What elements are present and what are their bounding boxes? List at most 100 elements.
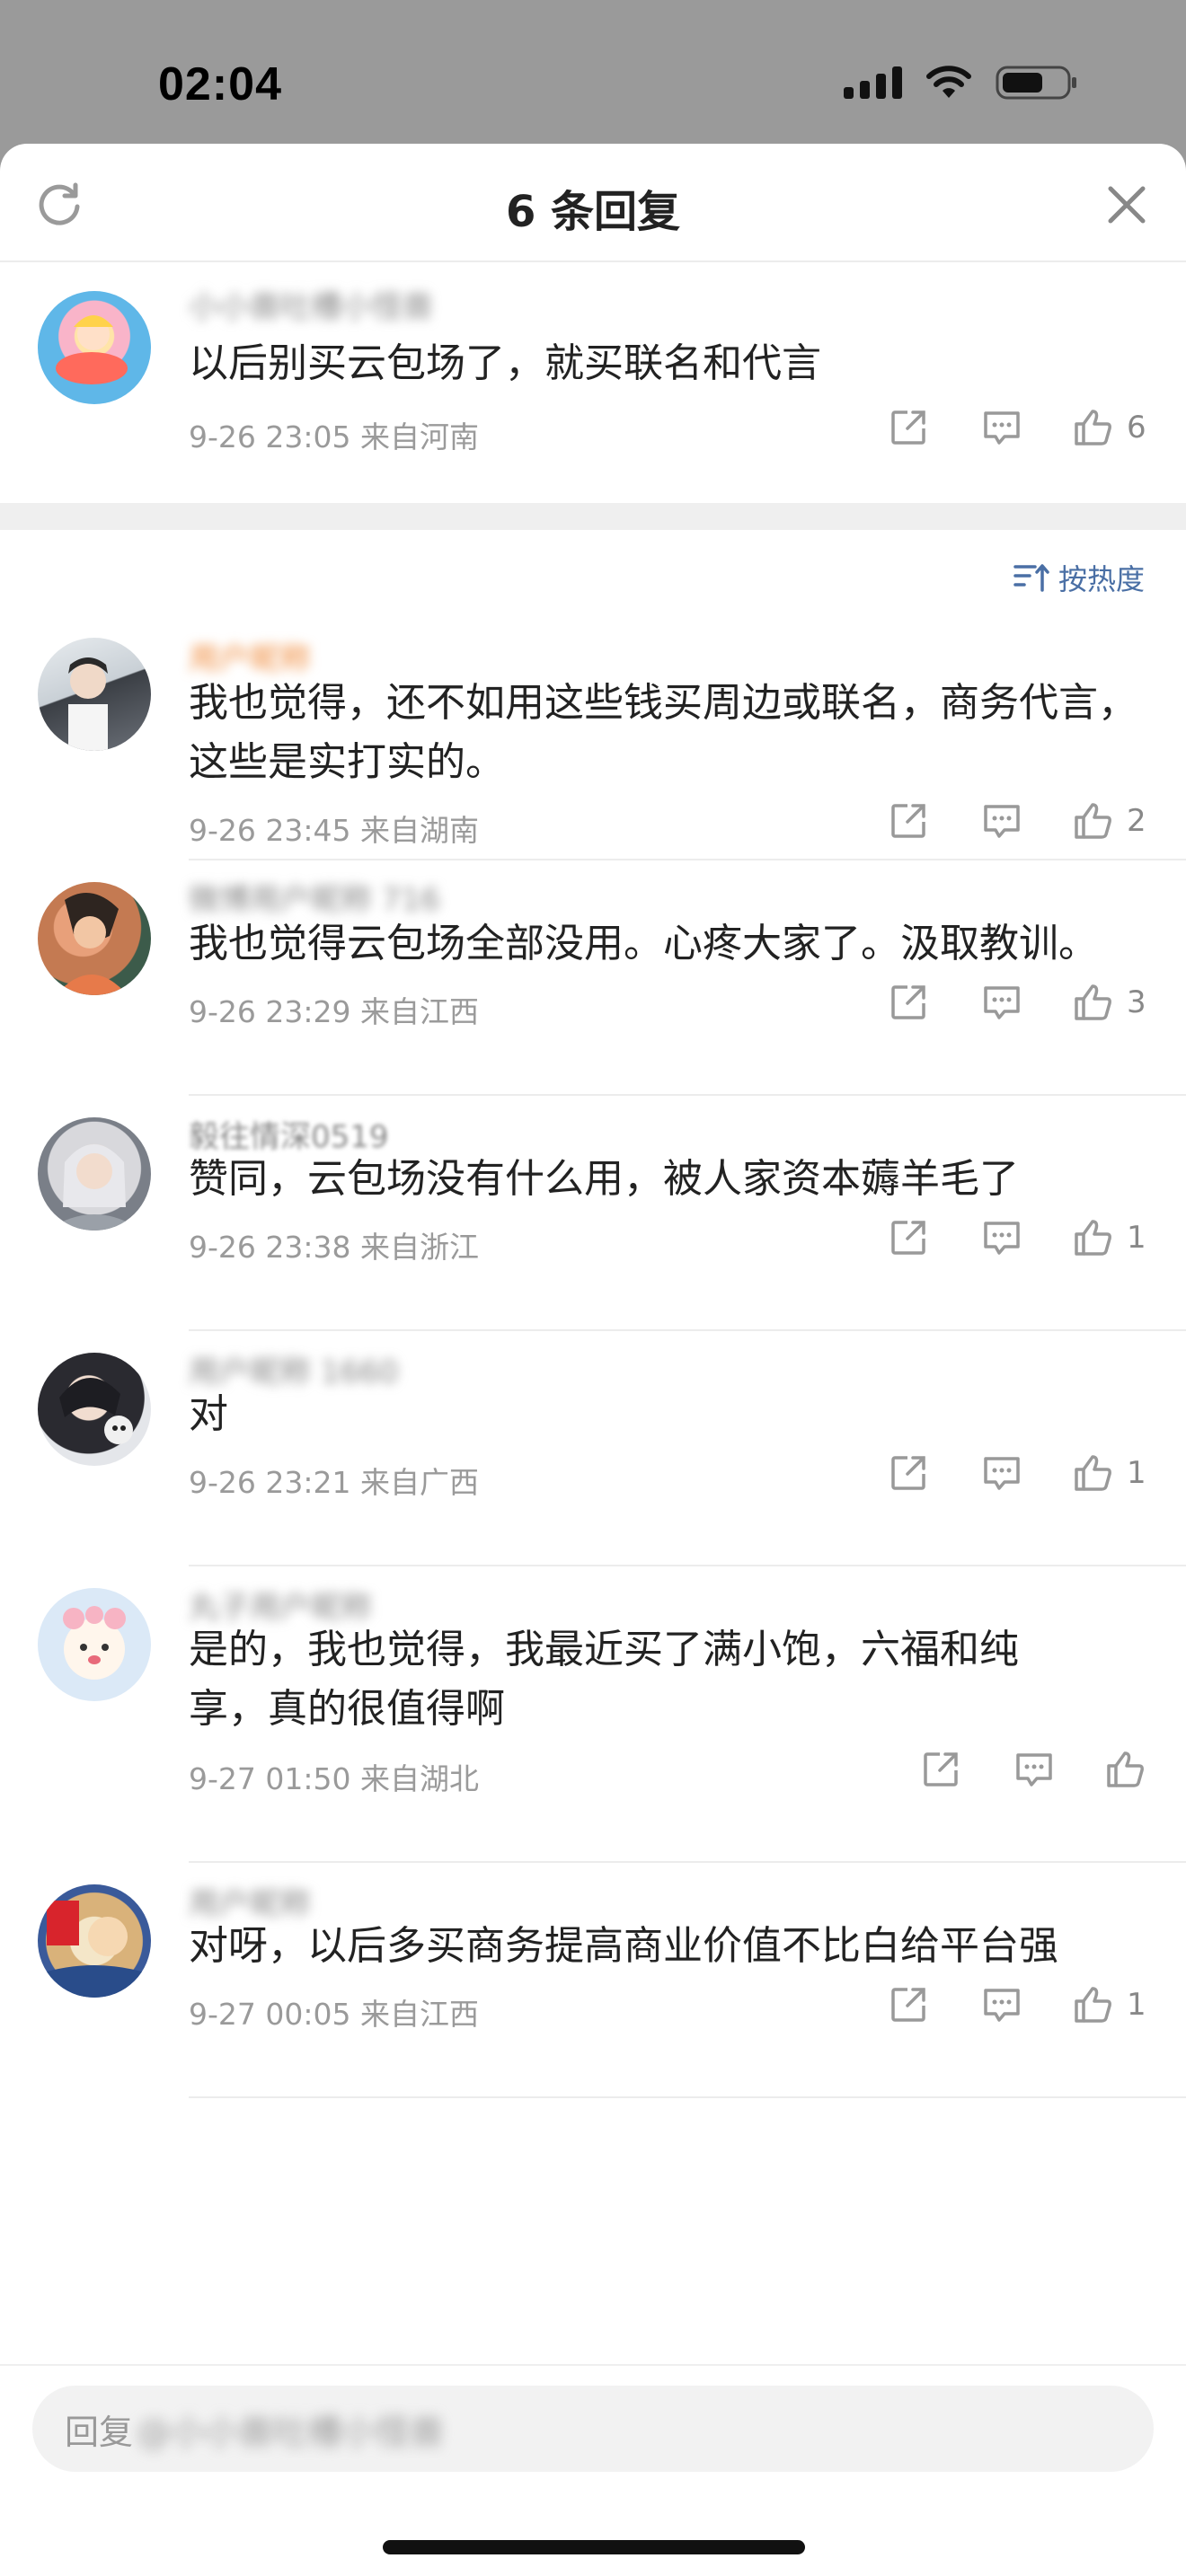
comment-text: 是的，我也觉得，我最近买了满小饱，六福和纯享，真的很值得啊	[189, 1627, 1019, 1732]
like-count: 1	[1127, 1220, 1146, 1256]
like-button[interactable]: 6	[1071, 406, 1146, 449]
reply-item: 微博用户昵称 716 我也觉得云包场全部没用。心疼大家了。汲取教训。 9-26 …	[0, 860, 1186, 1096]
thumbs-up-icon	[1075, 1220, 1111, 1256]
comment-text: 对呀，以后多买商务提高商业价值不比白给平台强	[189, 1923, 1058, 1969]
share-icon	[891, 1456, 925, 1490]
share-button[interactable]	[888, 800, 929, 842]
comment-button[interactable]	[1013, 1749, 1055, 1790]
like-button[interactable]: 1	[1071, 1451, 1146, 1495]
comment-icon	[984, 411, 1020, 445]
thumbs-up-icon	[1075, 1987, 1111, 2023]
avatar[interactable]	[38, 1588, 151, 1701]
reply-input[interactable]: 回复 @小小兽吐槽小怪兽	[32, 2386, 1154, 2472]
section-divider	[0, 503, 1186, 530]
sheet-title: 6 条回复	[505, 187, 681, 237]
comment-button[interactable]	[981, 1217, 1022, 1258]
share-button[interactable]	[888, 1217, 929, 1258]
status-time: 02:04	[158, 58, 282, 110]
avatar[interactable]	[38, 882, 151, 995]
comment-actions: 3	[888, 981, 1146, 1024]
thumbs-up-icon	[1075, 1455, 1111, 1491]
comment-icon	[984, 1457, 1020, 1490]
reply-item: 丸子用户昵称 是的，我也觉得，我最近买了满小饱，六福和纯享，真的很值得啊 9-2…	[0, 1566, 1186, 1863]
avatar[interactable]	[38, 1353, 151, 1466]
reply-item: 用户昵称 我也觉得，还不如用这些钱买周边或联名，商务代言，这些是实打实的。 9-…	[0, 629, 1186, 860]
original-comment: 小小兽吐槽小怪兽 以后别买云包场了，就买联名和代言 9-26 23:05 来自河…	[0, 262, 1186, 503]
username[interactable]: 小小兽吐槽小怪兽	[189, 282, 433, 326]
like-button[interactable]: 1	[1071, 1216, 1146, 1259]
comment-button[interactable]	[981, 1452, 1022, 1494]
username[interactable]: 微博用户昵称 716	[189, 875, 440, 919]
share-button[interactable]	[888, 1984, 929, 2025]
comment-meta: 9-26 23:29 来自江西	[189, 994, 479, 1029]
wifi-icon	[926, 66, 971, 98]
comment-actions: 1	[888, 1983, 1146, 2026]
battery-icon	[996, 66, 1076, 100]
like-button[interactable]: 3	[1071, 981, 1146, 1024]
sort-label: 按热度	[1058, 562, 1145, 596]
like-button[interactable]: 2	[1071, 799, 1146, 842]
comment-text: 对	[189, 1391, 228, 1437]
comment-actions: 6	[888, 406, 1146, 449]
comment-icon	[984, 1222, 1020, 1255]
reply-target: @小小兽吐槽小怪兽	[137, 2412, 445, 2452]
thumbs-up-icon	[1075, 803, 1111, 839]
home-indicator[interactable]	[383, 2540, 805, 2554]
replies-sheet: 6 条回复 小小兽吐槽小怪兽 以后别买云包场了，就买联名和代言 9-26 23:…	[0, 144, 1186, 2576]
status-bar: 02:04	[0, 0, 1186, 148]
sort-row: 按热度	[0, 530, 1186, 629]
status-icons	[844, 65, 1078, 101]
share-button[interactable]	[888, 982, 929, 1023]
like-count: 1	[1127, 1987, 1146, 2023]
thumbs-up-icon	[1075, 984, 1111, 1020]
username[interactable]: 用户昵称	[189, 634, 311, 678]
share-icon	[891, 985, 925, 1019]
share-icon	[891, 1988, 925, 2022]
comment-icon	[984, 986, 1020, 1019]
reply-item: 用户昵称 对呀，以后多买商务提高商业价值不比白给平台强 9-27 00:05 来…	[0, 1863, 1186, 2098]
sort-by-hot-button[interactable]: 按热度	[1013, 557, 1145, 598]
like-count: 6	[1127, 410, 1146, 446]
share-button[interactable]	[888, 1452, 929, 1494]
comment-actions: 1	[888, 1216, 1146, 1259]
thumbs-up-icon	[1107, 1751, 1144, 1787]
share-icon	[891, 804, 925, 838]
comment-button[interactable]	[981, 1984, 1022, 2025]
comment-meta: 9-26 23:21 来自广西	[189, 1465, 479, 1500]
share-icon	[891, 410, 925, 445]
comment-actions	[920, 1748, 1146, 1791]
like-count: 3	[1127, 984, 1146, 1020]
share-button[interactable]	[888, 407, 929, 448]
thumbs-up-icon	[1075, 410, 1111, 446]
share-icon	[924, 1752, 958, 1786]
avatar[interactable]	[38, 638, 151, 751]
comment-actions: 2	[888, 799, 1146, 842]
like-button[interactable]: 1	[1071, 1983, 1146, 2026]
close-icon[interactable]	[1102, 180, 1152, 230]
comment-button[interactable]	[981, 800, 1022, 842]
comment-meta: 9-26 23:05 来自河南	[189, 419, 479, 454]
comment-meta: 9-26 23:38 来自浙江	[189, 1230, 479, 1265]
comment-button[interactable]	[981, 407, 1022, 448]
sort-icon	[1013, 564, 1049, 592]
reply-bar: 回复 @小小兽吐槽小怪兽	[0, 2364, 1186, 2576]
avatar[interactable]	[38, 1117, 151, 1231]
comment-actions: 1	[888, 1451, 1146, 1495]
comment-icon	[984, 805, 1020, 838]
comment-meta: 9-26 23:45 来自湖南	[189, 813, 479, 848]
share-icon	[891, 1221, 925, 1255]
share-button[interactable]	[920, 1749, 961, 1790]
avatar[interactable]	[38, 1884, 151, 1998]
avatar[interactable]	[38, 291, 151, 404]
like-button[interactable]	[1103, 1748, 1146, 1791]
reply-item: 毅往情深0519 赞同，云包场没有什么用，被人家资本薅羊毛了 9-26 23:3…	[0, 1096, 1186, 1331]
like-count: 1	[1127, 1455, 1146, 1491]
comment-meta: 9-27 00:05 来自江西	[189, 1997, 479, 2032]
cellular-signal-icon	[844, 66, 902, 99]
comment-icon	[984, 1989, 1020, 2022]
divider	[189, 2096, 1186, 2098]
comment-button[interactable]	[981, 982, 1022, 1023]
comment-text: 我也觉得，还不如用这些钱买周边或联名，商务代言，这些是实打实的。	[189, 680, 1137, 785]
comment-meta: 9-27 01:50 来自湖北	[189, 1761, 479, 1796]
comment-text: 以后别买云包场了，就买联名和代言	[189, 340, 821, 386]
